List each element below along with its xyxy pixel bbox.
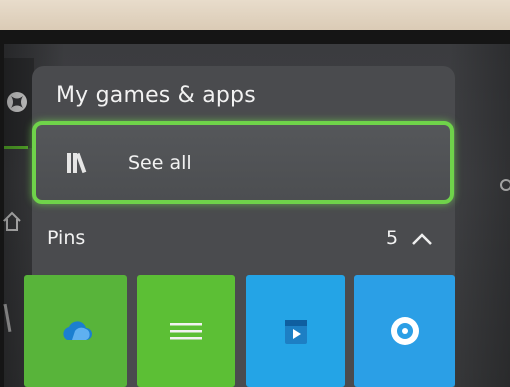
library-icon [67, 152, 87, 174]
pins-count: 5 [386, 227, 399, 249]
wall-background [0, 0, 510, 34]
guide-panel: My games & apps See all Pins 5 [24, 66, 455, 387]
pin-tile-onedrive[interactable] [24, 275, 127, 387]
guide-title: My games & apps [56, 83, 256, 108]
disc-icon [390, 317, 419, 345]
cloud-icon [62, 321, 92, 340]
pin-tile-movies-tv[interactable] [246, 275, 345, 387]
pins-header: Pins [47, 227, 86, 249]
lines-icon [170, 323, 202, 340]
pin-tile-menu[interactable] [137, 275, 235, 387]
see-all-button[interactable]: See all [32, 121, 454, 204]
see-all-label: See all [128, 152, 192, 174]
film-icon [284, 320, 307, 344]
chevron-up-icon[interactable] [410, 229, 434, 249]
pin-tile-groove[interactable] [354, 275, 455, 387]
